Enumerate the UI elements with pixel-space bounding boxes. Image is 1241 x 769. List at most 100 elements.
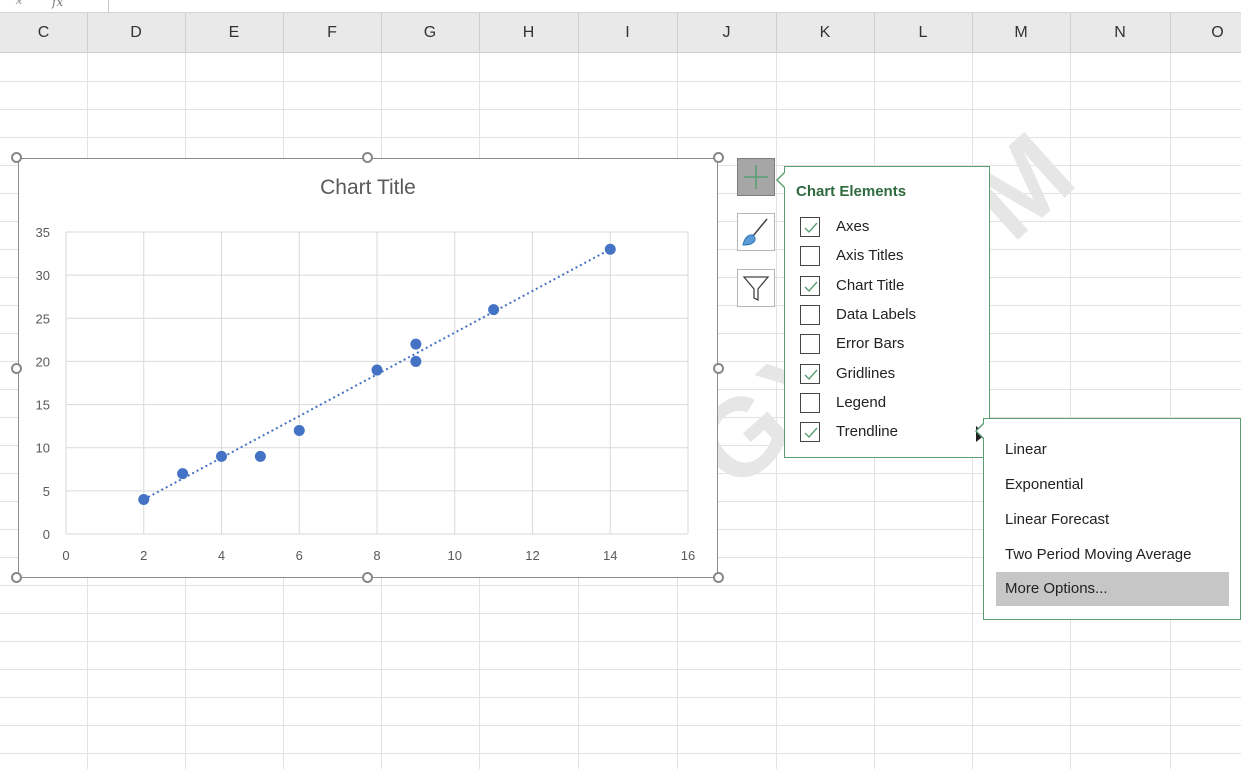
chart-title[interactable]: Chart Title [0, 176, 736, 200]
column-header-d[interactable]: D [87, 13, 185, 52]
checkbox[interactable] [800, 363, 820, 384]
cancel-icon[interactable]: ✕ [14, 0, 22, 8]
y-tick-label: 15 [36, 398, 50, 413]
column-separator [677, 13, 678, 52]
data-point [293, 424, 305, 436]
grid-row-line [0, 753, 1241, 754]
column-separator [87, 13, 88, 52]
column-header-e[interactable]: E [185, 13, 283, 52]
column-separator [972, 13, 973, 52]
grid-column-line [776, 53, 777, 769]
chart-element-trendline[interactable]: Trendline [800, 422, 986, 444]
chart-element-chart-title[interactable]: Chart Title [800, 275, 980, 298]
checkbox[interactable] [800, 246, 820, 267]
chart-styles-button[interactable] [737, 213, 775, 251]
column-header-l[interactable]: L [874, 13, 972, 52]
column-separator [578, 13, 579, 52]
x-tick-label: 4 [218, 548, 225, 563]
chart-element-legend[interactable]: Legend [800, 392, 980, 415]
column-header-row: C D E F G H I J K L M N O [0, 13, 1241, 53]
column-separator [1070, 13, 1071, 52]
column-separator [185, 13, 186, 52]
chart-element-axes[interactable]: Axes [800, 217, 980, 239]
resize-handle-right[interactable] [713, 363, 724, 374]
y-tick-label: 10 [36, 441, 50, 456]
chart-filters-button[interactable] [737, 269, 775, 307]
grid-row-line [0, 137, 1241, 138]
chart-element-error-bars[interactable]: Error Bars [800, 334, 980, 356]
column-header-f[interactable]: F [283, 13, 381, 52]
grid-row-line [0, 109, 1241, 110]
column-header-k[interactable]: K [776, 13, 874, 52]
column-header-h[interactable]: H [479, 13, 578, 52]
chart-elements-button[interactable] [737, 158, 775, 196]
resize-handle-top-left[interactable] [11, 152, 22, 163]
submenu-pointer-inner [977, 423, 985, 439]
checkbox[interactable] [800, 392, 820, 413]
x-tick-label: 8 [373, 548, 380, 563]
checkbox-label: Data Labels [836, 305, 917, 323]
column-header-n[interactable]: N [1070, 13, 1170, 52]
column-separator [479, 13, 480, 52]
data-point [604, 243, 616, 255]
checkmark-icon [804, 369, 818, 380]
chart-element-data-labels[interactable]: Data Labels [800, 304, 980, 327]
checkbox[interactable] [800, 304, 820, 325]
resize-handle-top-right[interactable] [713, 152, 724, 163]
column-header-o[interactable]: O [1170, 13, 1241, 52]
y-tick-label: 25 [36, 311, 50, 326]
data-point [254, 450, 266, 462]
menu-item-linear-forecast[interactable]: Linear Forecast [996, 503, 1229, 537]
checkbox-label: Chart Title [836, 276, 905, 294]
checkmark-icon [804, 222, 818, 234]
y-tick-label: 20 [36, 354, 50, 369]
grid-row-line [0, 81, 1241, 82]
y-tick-label: 0 [43, 527, 50, 542]
y-tick-label: 30 [36, 268, 50, 283]
x-tick-label: 14 [603, 548, 617, 563]
funnel-icon [742, 276, 770, 302]
resize-handle-bottom-right[interactable] [713, 572, 724, 583]
data-point [216, 450, 227, 462]
checkbox-label: Gridlines [836, 364, 896, 382]
menu-item-exponential[interactable]: Exponential [996, 468, 1229, 502]
menu-item-two-period-moving-average[interactable]: Two Period Moving Average [996, 538, 1229, 572]
resize-handle-left[interactable] [11, 363, 22, 374]
column-separator [283, 13, 284, 52]
chart-element-gridlines[interactable]: Gridlines [800, 363, 980, 386]
resize-handle-bottom-left[interactable] [11, 572, 22, 583]
column-header-i[interactable]: I [578, 13, 677, 52]
checkbox-label: Legend [836, 393, 887, 411]
formula-bar: ✕ fx [0, 0, 1241, 13]
checkbox[interactable] [800, 217, 820, 237]
resize-handle-top[interactable] [362, 152, 373, 163]
column-header-g[interactable]: G [381, 13, 479, 52]
grid-column-line [1170, 53, 1171, 769]
grid-row-line [0, 697, 1241, 698]
data-point [177, 468, 189, 480]
column-header-c[interactable]: C [0, 13, 87, 52]
grid-row-line [0, 725, 1241, 726]
column-separator [874, 13, 875, 52]
menu-item-more-options[interactable]: More Options... [996, 572, 1229, 606]
x-tick-label: 12 [525, 548, 539, 563]
chart-element-axis-titles[interactable]: Axis Titles [800, 246, 980, 268]
chart-elements-title: Chart Elements [796, 183, 907, 200]
data-point [371, 364, 383, 376]
column-separator [381, 13, 382, 52]
panel-pointer-inner [778, 173, 785, 187]
x-tick-label: 0 [62, 548, 69, 563]
checkbox[interactable] [800, 422, 820, 443]
trendline-submenu: Linear Exponential Linear Forecast Two P… [983, 418, 1241, 620]
menu-item-linear[interactable]: Linear [996, 433, 1229, 467]
checkbox[interactable] [800, 334, 820, 355]
chart-plot-area: 0 2 4 6 8 10 12 14 16 0 5 10 15 20 25 30 35 [36, 225, 696, 563]
column-header-j[interactable]: J [677, 13, 776, 52]
scatter-chart[interactable]: 0 2 4 6 8 10 12 14 16 0 5 10 15 20 25 30 35 [18, 158, 718, 578]
y-tick-label: 35 [36, 225, 50, 240]
insert-function-icon[interactable]: fx [52, 0, 63, 9]
resize-handle-bottom[interactable] [362, 572, 373, 583]
column-header-m[interactable]: M [972, 13, 1070, 52]
checkbox[interactable] [800, 275, 820, 296]
column-separator [1170, 13, 1171, 52]
